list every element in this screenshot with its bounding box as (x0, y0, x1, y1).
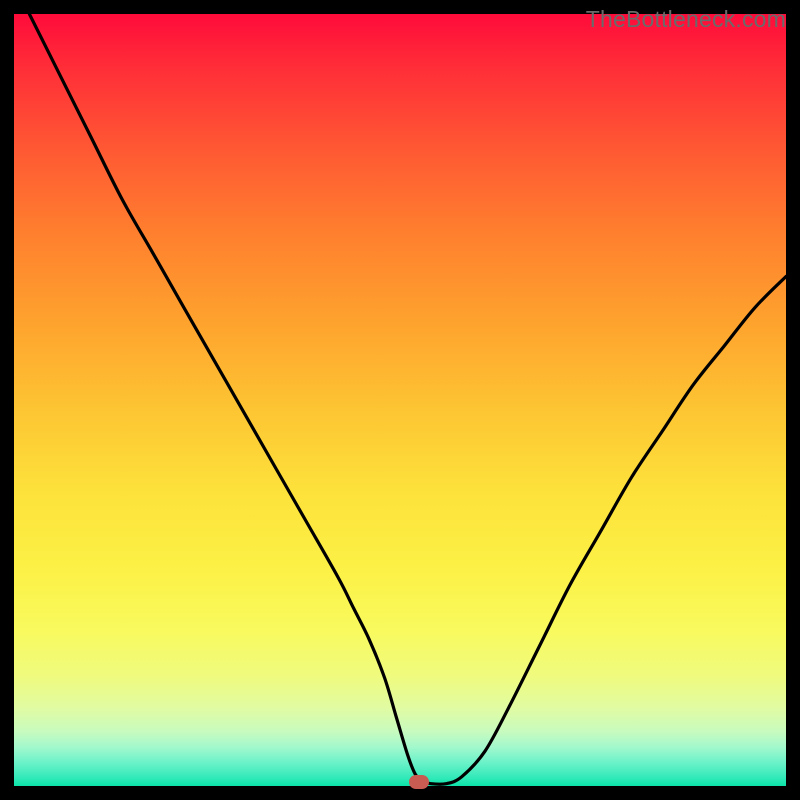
optimum-marker (409, 775, 429, 789)
chart-container: TheBottleneck.com (0, 0, 800, 800)
bottleneck-curve (14, 14, 786, 786)
watermark-text: TheBottleneck.com (586, 6, 786, 33)
